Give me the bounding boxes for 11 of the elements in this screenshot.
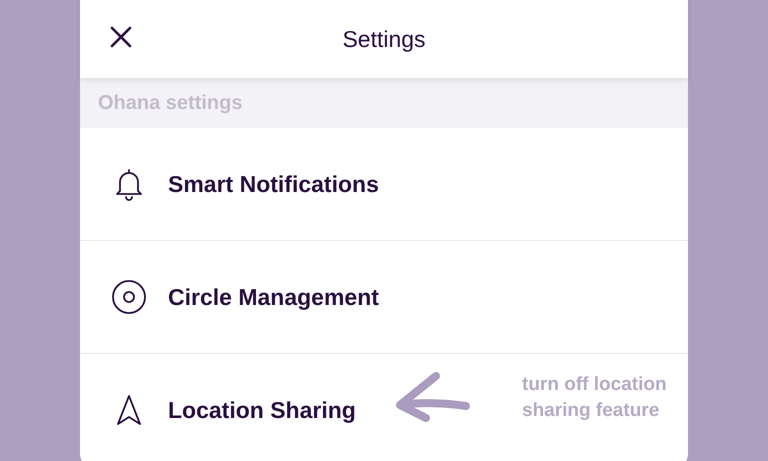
navigation-arrow-icon: [116, 394, 142, 426]
item-label: Circle Management: [168, 282, 379, 312]
header-title: Settings: [342, 24, 426, 54]
bell-icon: [114, 167, 144, 201]
settings-item[interactable]: Smart Notifications: [80, 128, 688, 241]
item-label: Smart Notifications: [168, 170, 379, 199]
settings-item[interactable]: Circle Management: [80, 241, 688, 354]
close-icon: [109, 25, 133, 49]
item-label: Location Sharing: [168, 396, 356, 425]
annotation-text: turn off location sharing feature: [522, 373, 668, 423]
target-circle-icon: [111, 279, 147, 315]
